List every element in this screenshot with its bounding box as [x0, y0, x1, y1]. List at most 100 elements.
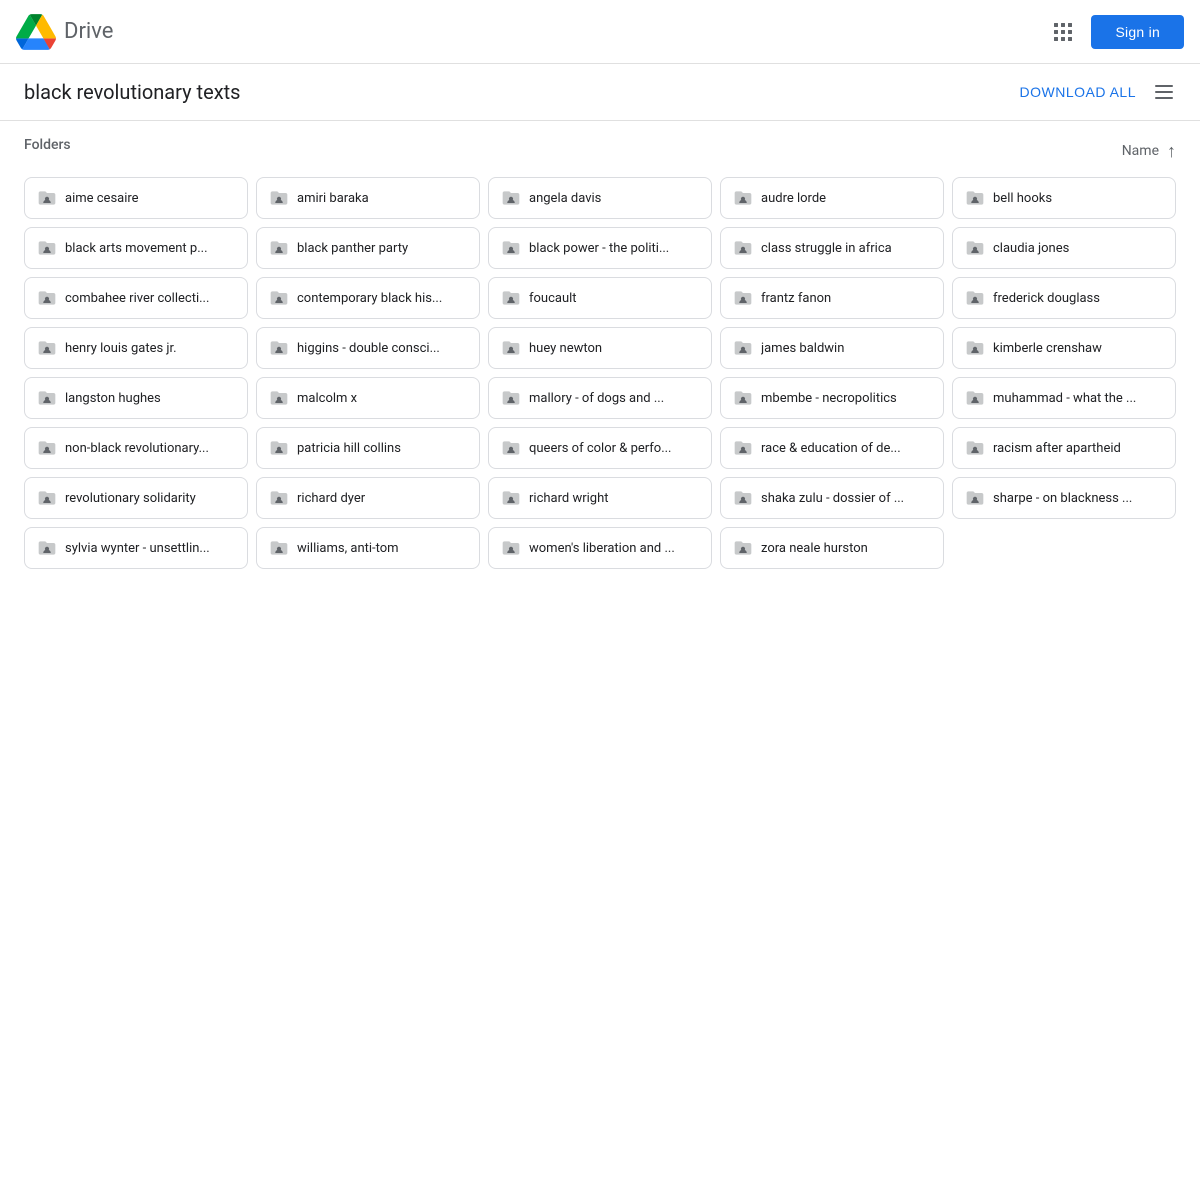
sort-arrow-icon[interactable]: ↑	[1167, 141, 1176, 162]
shared-folder-icon	[269, 388, 289, 408]
folder-item[interactable]: mallory - of dogs and ...	[488, 377, 712, 419]
folder-item[interactable]: zora neale hurston	[720, 527, 944, 569]
folders-section-label: Folders	[24, 137, 71, 153]
folder-name: zora neale hurston	[761, 541, 868, 556]
shared-folder-icon	[37, 538, 57, 558]
folder-name: women's liberation and ...	[529, 541, 675, 556]
folder-item[interactable]: class struggle in africa	[720, 227, 944, 269]
folder-item[interactable]: black panther party	[256, 227, 480, 269]
shared-folder-icon	[965, 438, 985, 458]
folder-item[interactable]: muhammad - what the ...	[952, 377, 1176, 419]
folder-name: combahee river collecti...	[65, 291, 209, 306]
folder-item[interactable]: racism after apartheid	[952, 427, 1176, 469]
folder-item[interactable]: mbembe - necropolitics	[720, 377, 944, 419]
shared-folder-icon	[269, 288, 289, 308]
page-title: black revolutionary texts	[24, 80, 1020, 104]
folder-name: mbembe - necropolitics	[761, 391, 897, 406]
folder-name: aime cesaire	[65, 191, 139, 206]
folder-name: non-black revolutionary...	[65, 441, 209, 456]
shared-folder-icon	[501, 238, 521, 258]
folder-item[interactable]: claudia jones	[952, 227, 1176, 269]
folder-item[interactable]: amiri baraka	[256, 177, 480, 219]
folder-item[interactable]: frederick douglass	[952, 277, 1176, 319]
folder-name: amiri baraka	[297, 191, 369, 206]
shared-folder-icon	[733, 488, 753, 508]
apps-icon[interactable]	[1051, 20, 1075, 44]
drive-logo-icon	[16, 12, 56, 52]
shared-folder-icon	[269, 238, 289, 258]
folder-name: revolutionary solidarity	[65, 491, 196, 506]
folder-item[interactable]: queers of color & perfo...	[488, 427, 712, 469]
logo-area: Drive	[16, 12, 1051, 52]
folder-name: sharpe - on blackness ...	[993, 491, 1132, 506]
header-actions: Sign in	[1051, 15, 1184, 49]
shared-folder-icon	[37, 388, 57, 408]
folder-name: racism after apartheid	[993, 441, 1121, 456]
shared-folder-icon	[501, 488, 521, 508]
folder-item[interactable]: black power - the politi...	[488, 227, 712, 269]
shared-folder-icon	[965, 188, 985, 208]
list-view-icon[interactable]	[1152, 80, 1176, 104]
folder-item[interactable]: higgins - double consci...	[256, 327, 480, 369]
folder-item[interactable]: audre lorde	[720, 177, 944, 219]
sort-name-label[interactable]: Name	[1122, 143, 1159, 159]
folder-name: higgins - double consci...	[297, 341, 440, 356]
folder-name: sylvia wynter - unsettlin...	[65, 541, 210, 556]
folder-name: williams, anti-tom	[297, 541, 399, 556]
shared-folder-icon	[269, 488, 289, 508]
shared-folder-icon	[501, 538, 521, 558]
folder-item[interactable]: race & education of de...	[720, 427, 944, 469]
folder-name: class struggle in africa	[761, 241, 892, 256]
folder-item[interactable]: sharpe - on blackness ...	[952, 477, 1176, 519]
shared-folder-icon	[733, 288, 753, 308]
folder-item[interactable]: non-black revolutionary...	[24, 427, 248, 469]
folder-name: patricia hill collins	[297, 441, 401, 456]
folder-item[interactable]: williams, anti-tom	[256, 527, 480, 569]
folder-item[interactable]: shaka zulu - dossier of ...	[720, 477, 944, 519]
folder-item[interactable]: henry louis gates jr.	[24, 327, 248, 369]
folder-item[interactable]: kimberle crenshaw	[952, 327, 1176, 369]
shared-folder-icon	[269, 338, 289, 358]
header: Drive Sign in	[0, 0, 1200, 64]
folder-item[interactable]: malcolm x	[256, 377, 480, 419]
folder-item[interactable]: women's liberation and ...	[488, 527, 712, 569]
folder-item[interactable]: bell hooks	[952, 177, 1176, 219]
folder-name: contemporary black his...	[297, 291, 442, 306]
folder-item[interactable]: sylvia wynter - unsettlin...	[24, 527, 248, 569]
content-area: Folders Name ↑ aime cesaire amiri baraka…	[0, 121, 1200, 585]
folder-item[interactable]: langston hughes	[24, 377, 248, 419]
shared-folder-icon	[269, 188, 289, 208]
sign-in-button[interactable]: Sign in	[1091, 15, 1184, 49]
folder-item[interactable]: richard dyer	[256, 477, 480, 519]
folder-name: richard wright	[529, 491, 609, 506]
folder-name: kimberle crenshaw	[993, 341, 1102, 356]
folder-name: james baldwin	[761, 341, 844, 356]
folder-item[interactable]: frantz fanon	[720, 277, 944, 319]
folder-name: audre lorde	[761, 191, 826, 206]
folder-name: muhammad - what the ...	[993, 391, 1136, 406]
folders-header: Folders Name ↑	[24, 137, 1176, 165]
shared-folder-icon	[501, 188, 521, 208]
folder-name: langston hughes	[65, 391, 161, 406]
shared-folder-icon	[37, 288, 57, 308]
folder-item[interactable]: richard wright	[488, 477, 712, 519]
folder-item[interactable]: revolutionary solidarity	[24, 477, 248, 519]
folder-item[interactable]: combahee river collecti...	[24, 277, 248, 319]
folder-name: shaka zulu - dossier of ...	[761, 491, 904, 506]
shared-folder-icon	[501, 288, 521, 308]
folder-name: henry louis gates jr.	[65, 341, 177, 356]
folder-item[interactable]: angela davis	[488, 177, 712, 219]
shared-folder-icon	[965, 488, 985, 508]
folder-item[interactable]: contemporary black his...	[256, 277, 480, 319]
folder-item[interactable]: foucault	[488, 277, 712, 319]
folder-item[interactable]: aime cesaire	[24, 177, 248, 219]
shared-folder-icon	[733, 538, 753, 558]
folder-item[interactable]: huey newton	[488, 327, 712, 369]
shared-folder-icon	[37, 438, 57, 458]
download-all-button[interactable]: DOWNLOAD ALL	[1020, 84, 1136, 100]
folder-item[interactable]: patricia hill collins	[256, 427, 480, 469]
folder-item[interactable]: james baldwin	[720, 327, 944, 369]
folder-item[interactable]: black arts movement p...	[24, 227, 248, 269]
folders-grid: aime cesaire amiri baraka angela davis a…	[24, 177, 1176, 569]
title-bar: black revolutionary texts DOWNLOAD ALL	[0, 64, 1200, 121]
